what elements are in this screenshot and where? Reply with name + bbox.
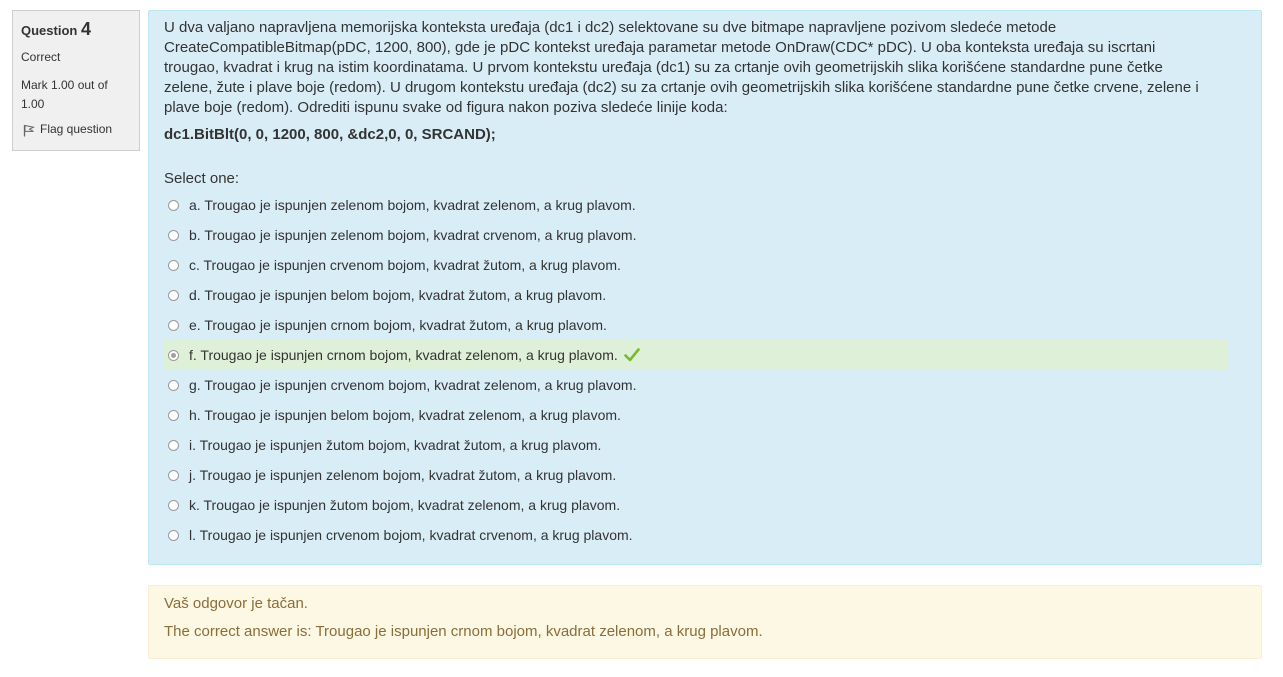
option-k[interactable]: k. Trougao je ispunjen žutom bojom, kvad… <box>164 490 1227 520</box>
option-d-label: d. Trougao je ispunjen belom bojom, kvad… <box>189 287 607 303</box>
option-b-radio[interactable] <box>168 229 179 241</box>
option-f-radio[interactable] <box>168 349 179 361</box>
flag-question-link[interactable]: Flag question <box>21 121 131 137</box>
option-d[interactable]: d. Trougao je ispunjen belom bojom, kvad… <box>164 280 1227 310</box>
option-h-label: h. Trougao je ispunjen belom bojom, kvad… <box>189 407 621 423</box>
question-state: Correct <box>21 50 61 64</box>
option-l-radio[interactable] <box>168 529 179 541</box>
option-j[interactable]: j. Trougao je ispunjen zelenom bojom, kv… <box>164 460 1227 490</box>
option-f-label: f. Trougao je ispunjen crnom bojom, kvad… <box>189 347 618 363</box>
option-k-radio[interactable] <box>168 499 179 511</box>
question-info: Question 4 Correct Mark 1.00 out of 1.00… <box>12 10 140 151</box>
option-f[interactable]: f. Trougao je ispunjen crnom bojom, kvad… <box>164 340 1227 370</box>
option-a-radio[interactable] <box>168 199 179 211</box>
option-h-radio[interactable] <box>168 409 179 421</box>
option-c-label: c. Trougao je ispunjen crvenom bojom, kv… <box>189 257 621 273</box>
option-e-radio[interactable] <box>168 319 179 331</box>
option-d-radio[interactable] <box>168 289 179 301</box>
question-text: U dva valjano napravljena memorijska kon… <box>164 19 1199 116</box>
option-g[interactable]: g. Trougao je ispunjen crvenom bojom, kv… <box>164 370 1227 400</box>
option-g-label: g. Trougao je ispunjen crvenom bojom, kv… <box>189 377 637 393</box>
option-j-radio[interactable] <box>168 469 179 481</box>
flag-question-label: Flag question <box>40 122 113 136</box>
flag-icon <box>23 124 35 137</box>
option-e-label: e. Trougao je ispunjen crnom bojom, kvad… <box>189 317 607 333</box>
option-c[interactable]: c. Trougao je ispunjen crvenom bojom, kv… <box>164 250 1227 280</box>
option-b[interactable]: b. Trougao je ispunjen zelenom bojom, kv… <box>164 220 1227 250</box>
option-h[interactable]: h. Trougao je ispunjen belom bojom, kvad… <box>164 400 1227 430</box>
option-g-radio[interactable] <box>168 379 179 391</box>
question-grade: Mark 1.00 out of 1.00 <box>21 78 108 111</box>
option-c-radio[interactable] <box>168 259 179 271</box>
option-l-label: l. Trougao je ispunjen crvenom bojom, kv… <box>189 527 633 543</box>
option-e[interactable]: e. Trougao je ispunjen crnom bojom, kvad… <box>164 310 1227 340</box>
option-i[interactable]: i. Trougao je ispunjen žutom bojom, kvad… <box>164 430 1227 460</box>
select-one-prompt: Select one: <box>164 170 240 187</box>
option-j-label: j. Trougao je ispunjen zelenom bojom, kv… <box>189 467 617 483</box>
option-b-label: b. Trougao je ispunjen zelenom bojom, kv… <box>189 227 637 243</box>
correct-answer-text: The correct answer is: Trougao je ispunj… <box>164 623 763 640</box>
option-k-label: k. Trougao je ispunjen žutom bojom, kvad… <box>189 497 621 513</box>
checkmark-icon <box>623 348 640 362</box>
question-number: Question 4 <box>21 19 91 39</box>
question-formulation: U dva valjano napravljena memorijska kon… <box>148 10 1262 565</box>
option-a[interactable]: a. Trougao je ispunjen zelenom bojom, kv… <box>164 190 1227 220</box>
option-a-label: a. Trougao je ispunjen zelenom bojom, kv… <box>189 197 636 213</box>
answer-options: a. Trougao je ispunjen zelenom bojom, kv… <box>164 190 1227 550</box>
feedback-box: Vaš odgovor je tačan. The correct answer… <box>148 585 1262 659</box>
option-i-radio[interactable] <box>168 439 179 451</box>
option-i-label: i. Trougao je ispunjen žutom bojom, kvad… <box>189 437 602 453</box>
feedback-result: Vaš odgovor je tačan. <box>164 595 308 612</box>
question-code: dc1.BitBlt(0, 0, 1200, 800, &dc2,0, 0, S… <box>164 126 496 143</box>
option-l[interactable]: l. Trougao je ispunjen crvenom bojom, kv… <box>164 520 1227 550</box>
